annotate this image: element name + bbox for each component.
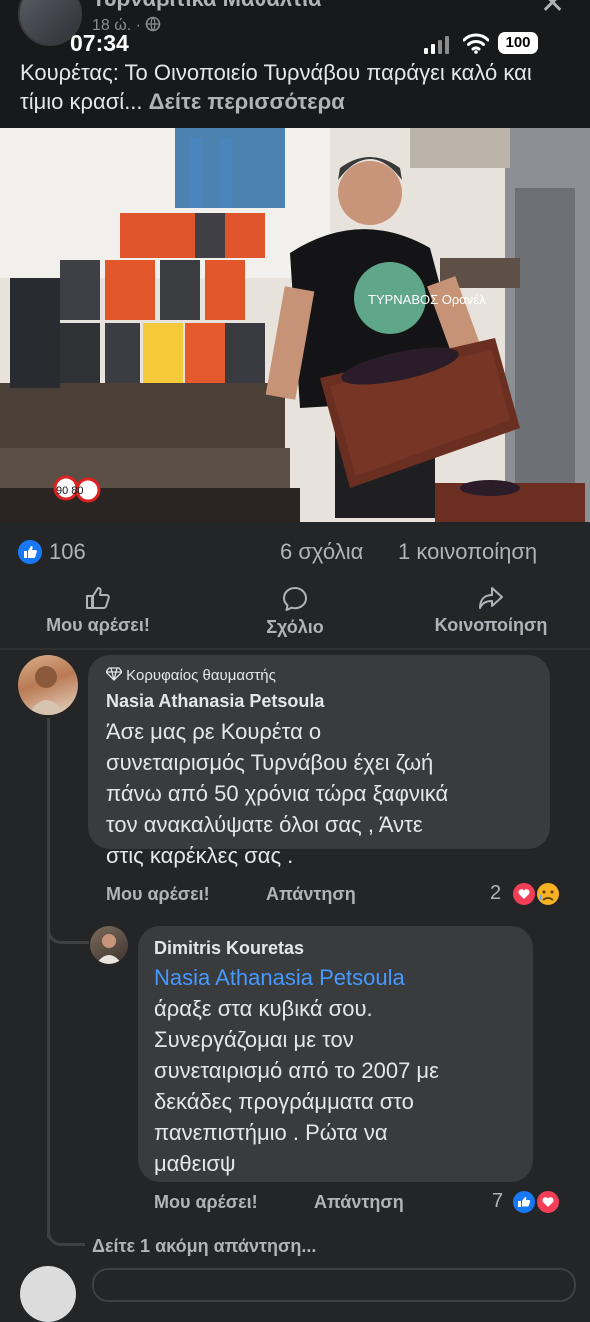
reply-line: συνεταιρισμό από το 2007 με: [154, 1058, 439, 1083]
signal-icon: [424, 36, 450, 54]
post-photo[interactable]: 90 80 ΤΥΡΝΑΒΟΣ Ορανέλ: [0, 128, 590, 522]
comment-reaction-count[interactable]: 2: [490, 882, 501, 905]
comments-count[interactable]: 6 σχόλια: [280, 539, 363, 565]
divider: [0, 648, 590, 650]
view-more-replies-link[interactable]: Δείτε 1 ακόμη απάντηση...: [92, 1236, 316, 1257]
status-time: 07:34: [70, 30, 129, 56]
reply-like-button[interactable]: Μου αρέσει!: [154, 1192, 258, 1213]
share-button[interactable]: Κοινοποίηση: [418, 586, 564, 636]
reply-author[interactable]: Dimitris Kouretas: [154, 938, 304, 959]
reply-author-avatar[interactable]: [90, 926, 128, 964]
next-comment-bubble: [92, 1268, 576, 1302]
avatar-figure: [28, 666, 66, 715]
comment-line: Άσε μας ρε Κουρέτα ο: [106, 719, 322, 744]
love-sad-reactions-icon: [511, 881, 561, 907]
close-icon[interactable]: ✕: [540, 0, 565, 21]
comment-like-button[interactable]: Μου αρέσει!: [106, 884, 210, 905]
battery-indicator: 100: [498, 32, 538, 54]
next-comment-avatar[interactable]: [20, 1266, 76, 1322]
comment-button[interactable]: Σχόλιο: [245, 586, 345, 638]
comment-reply-button[interactable]: Απάντηση: [266, 884, 356, 905]
like-button-label: Μου αρέσει!: [46, 615, 150, 635]
post-photo-illustration: 90 80 ΤΥΡΝΑΒΟΣ Ορανέλ: [0, 128, 590, 522]
reply-line: δεκάδες προγράμματα στο: [154, 1089, 414, 1114]
reply-text: Nasia Athanasia Petsoula άραξε στα κυβικ…: [154, 962, 524, 1179]
see-more-link[interactable]: Δείτε περισσότερα: [149, 89, 345, 114]
commenter-avatar[interactable]: [18, 655, 78, 715]
avatar-figure: [96, 934, 122, 964]
thumbs-up-icon: [86, 587, 110, 609]
reply-reaction-count[interactable]: 7: [492, 1190, 503, 1213]
like-button[interactable]: Μου αρέσει!: [30, 586, 166, 636]
shirt-logo: ΤΥΡΝΑΒΟΣ Ορανέλ: [368, 292, 486, 307]
reply-line: άραξε στα κυβικά σου.: [154, 996, 373, 1021]
reply-line: Συνεργάζομαι με τον: [154, 1027, 354, 1052]
share-button-label: Κοινοποίηση: [434, 615, 548, 635]
wifi-icon: [463, 33, 489, 54]
reply-line: πανεπιστήμιο . Ρώτα να: [154, 1120, 388, 1145]
speed-sign: 90 80: [56, 485, 84, 497]
like-reaction-icon: [18, 540, 42, 564]
page-name[interactable]: Τυρναβιτικα Μαθαλτια: [92, 0, 322, 12]
globe-icon: [146, 16, 161, 32]
like-love-reactions-icon: [511, 1189, 561, 1215]
comment-line: στις καρέκλες σας .: [106, 843, 294, 868]
more-replies-connector: [47, 1226, 85, 1246]
reactions-count[interactable]: 106: [49, 539, 86, 565]
comment-bubble-icon: [283, 587, 307, 611]
reply-connector: [47, 930, 89, 944]
comment-button-label: Σχόλιο: [266, 617, 324, 637]
comment-author[interactable]: Nasia Athanasia Petsoula: [106, 691, 324, 712]
diamond-icon: [105, 667, 123, 681]
comment-line: τον ανακαλύψατε όλοι σας , Άντε: [106, 812, 423, 837]
reply-reply-button[interactable]: Απάντηση: [314, 1192, 404, 1213]
shares-count[interactable]: 1 κοινοποίηση: [398, 539, 537, 565]
reply-line: μαθεισψ: [154, 1151, 236, 1176]
comment-text: Άσε μας ρε Κουρέτα ο συνεταιρισμός Τυρνά…: [106, 716, 541, 871]
mention-link[interactable]: Nasia Athanasia Petsoula: [154, 962, 524, 993]
post-caption: Κουρέτας: Το Οινοποιείο Τυρνάβου παράγει…: [20, 58, 580, 116]
top-fan-badge-text: Κορυφαίος θαυμαστής: [126, 667, 276, 684]
thread-line: [47, 718, 50, 1238]
top-fan-badge: Κορυφαίος θαυμαστής: [105, 667, 276, 684]
share-arrow-icon: [479, 587, 503, 609]
comment-line: πάνω από 50 χρόνια τώρα ξαφνικά: [106, 781, 449, 806]
comment-line: συνεταιρισμός Τυρνάβου έχει ζωή: [106, 750, 434, 775]
